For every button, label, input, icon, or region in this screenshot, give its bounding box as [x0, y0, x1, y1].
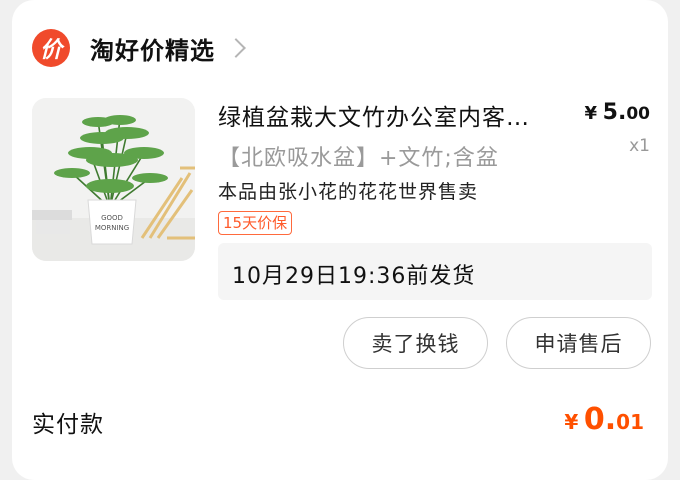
- product-title[interactable]: 绿植盆栽大文竹办公室内客…: [218, 98, 568, 132]
- shop-header[interactable]: 价 淘好价精选: [32, 28, 246, 68]
- after-sale-button[interactable]: 申请售后: [506, 317, 651, 369]
- paid-currency: ¥: [564, 410, 579, 434]
- plant-image: GOOD MORNING: [32, 98, 195, 261]
- pot-text-line-1: GOOD: [101, 214, 123, 222]
- pot-text-line-2: MORNING: [95, 224, 129, 232]
- product-price: ¥ 5.00: [585, 100, 650, 125]
- shop-logo-icon: 价: [32, 29, 70, 67]
- price-currency: ¥: [584, 103, 598, 124]
- seller-info: 本品由张小花的花花世界售卖: [218, 181, 479, 203]
- shipping-info-box: 10月29日19:36前发货: [218, 243, 652, 300]
- order-card: 价 淘好价精选 GOOD MORNING 绿植盆栽大文竹办公室内客… ¥ 5.0…: [12, 0, 668, 480]
- paid-decimal: 01: [616, 410, 644, 434]
- shipping-text: 10月29日19:36前发货: [232, 264, 476, 289]
- price-decimal: 00: [626, 104, 650, 124]
- product-sku: 【北欧吸水盆】+文竹;含盆: [218, 146, 499, 171]
- sell-button[interactable]: 卖了换钱: [343, 317, 488, 369]
- paid-label: 实付款: [32, 412, 104, 438]
- price-integer: 5.: [602, 100, 627, 125]
- chevron-right-icon[interactable]: [226, 38, 246, 58]
- paid-integer: 0.: [583, 402, 617, 437]
- paid-amount: ¥ 0.01: [564, 402, 644, 437]
- price-protection-badge: 15天价保: [218, 211, 293, 235]
- shop-name[interactable]: 淘好价精选: [90, 31, 215, 66]
- product-image[interactable]: GOOD MORNING: [32, 98, 195, 261]
- product-quantity: x1: [629, 136, 650, 156]
